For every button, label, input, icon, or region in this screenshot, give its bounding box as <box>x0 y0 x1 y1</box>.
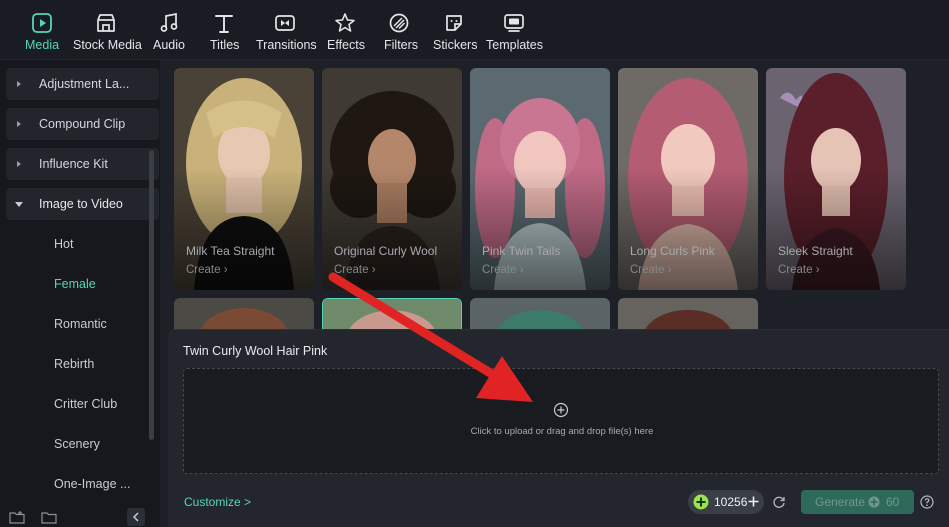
panel-title: Twin Curly Wool Hair Pink <box>183 344 328 358</box>
tab-transitions[interactable]: Transitions <box>255 0 317 60</box>
music-note-icon <box>158 12 180 34</box>
sidebar-subitem-one-image[interactable]: One-Image ... <box>54 477 130 491</box>
tab-stock-media-label: Stock Media <box>73 38 142 52</box>
tab-media-label: Media <box>25 38 60 52</box>
plus-circle-icon <box>553 402 569 418</box>
credit-coin-icon <box>868 496 880 508</box>
sidebar-subitem-rebirth[interactable]: Rebirth <box>54 357 94 371</box>
stock-media-icon <box>95 12 117 34</box>
sidebar-item-label: Adjustment La... <box>39 77 130 91</box>
template-card-original-curly-wool[interactable]: Original Curly Wool Create › <box>322 68 462 290</box>
help-icon[interactable] <box>920 495 934 509</box>
credits-badge[interactable]: 10256 <box>688 490 764 514</box>
tab-audio-label: Audio <box>153 38 185 52</box>
credit-coin-icon <box>693 494 709 510</box>
tab-filters-label: Filters <box>384 38 419 52</box>
tab-audio[interactable]: Audio <box>150 0 188 60</box>
upload-dropzone[interactable]: Click to upload or drag and drop file(s)… <box>183 368 939 474</box>
sidebar-item-label: Image to Video <box>39 197 123 211</box>
card-title: Milk Tea Straight <box>186 244 275 258</box>
template-card-milk-tea-straight[interactable]: Milk Tea Straight Create › <box>174 68 314 290</box>
template-card-sleek-straight[interactable]: Sleek Straight Create › <box>766 68 906 290</box>
upload-hint: Click to upload or drag and drop file(s)… <box>470 426 654 437</box>
add-credits-icon[interactable] <box>748 496 759 507</box>
templates-icon <box>503 12 525 34</box>
card-title: Pink Twin Tails <box>482 244 561 258</box>
card-title: Sleek Straight <box>778 244 853 258</box>
tab-transitions-label: Transitions <box>256 38 317 52</box>
sidebar-item-label: Compound Clip <box>39 117 126 131</box>
transitions-icon <box>274 12 296 34</box>
sidebar-subitem-scenery[interactable]: Scenery <box>54 437 100 451</box>
folder-icon[interactable] <box>41 510 57 524</box>
card-create-link[interactable]: Create › <box>482 264 524 276</box>
tab-filters[interactable]: Filters <box>380 0 418 60</box>
sidebar-item-image-to-video[interactable]: Image to Video <box>6 188 159 220</box>
tab-templates-label: Templates <box>486 38 543 52</box>
refresh-icon[interactable] <box>772 495 786 509</box>
sidebar-subitem-female[interactable]: Female <box>54 277 96 291</box>
card-create-link[interactable]: Create › <box>334 264 376 276</box>
credits-count: 10256 <box>714 495 748 509</box>
card-title: Long Curls Pink <box>630 244 715 258</box>
sidebar-footer <box>0 507 160 527</box>
caret-down-icon <box>15 199 23 209</box>
template-card-long-curls-pink[interactable]: Long Curls Pink Create › <box>618 68 758 290</box>
template-card-pink-twin-tails[interactable]: Pink Twin Tails Create › <box>470 68 610 290</box>
tab-media[interactable]: Media <box>22 0 62 60</box>
tab-stickers[interactable]: Stickers <box>431 0 477 60</box>
card-title: Original Curly Wool <box>334 244 438 258</box>
text-t-icon <box>213 12 235 34</box>
filters-icon <box>388 12 410 34</box>
image-to-video-panel: Twin Curly Wool Hair Pink Click to uploa… <box>168 329 949 527</box>
tab-titles-label: Titles <box>210 38 240 52</box>
generate-cost: 60 <box>886 495 900 509</box>
card-create-link[interactable]: Create › <box>778 264 820 276</box>
effects-star-icon <box>334 12 356 34</box>
media-icon <box>31 12 53 34</box>
card-create-link[interactable]: Create › <box>630 264 672 276</box>
sidebar-item-influence-kit[interactable]: Influence Kit <box>6 148 159 180</box>
generate-label: Generate <box>815 495 866 509</box>
collapse-sidebar-button[interactable] <box>127 508 145 526</box>
tab-effects-label: Effects <box>327 38 365 52</box>
sidebar-item-adjustment-layer[interactable]: Adjustment La... <box>6 68 159 100</box>
generate-button[interactable]: Generate 60 <box>801 490 914 514</box>
tab-titles[interactable]: Titles <box>206 0 242 60</box>
sidebar-scrollbar[interactable] <box>149 150 154 440</box>
new-folder-icon[interactable] <box>9 510 25 524</box>
sidebar: Adjustment La... Compound Clip Influence… <box>0 60 160 527</box>
caret-right-icon <box>15 79 23 89</box>
tab-templates[interactable]: Templates <box>485 0 543 60</box>
sidebar-item-compound-clip[interactable]: Compound Clip <box>6 108 159 140</box>
tab-effects[interactable]: Effects <box>325 0 365 60</box>
sidebar-subitem-hot[interactable]: Hot <box>54 237 73 251</box>
caret-right-icon <box>15 159 23 169</box>
tab-stickers-label: Stickers <box>433 38 478 52</box>
sidebar-item-label: Influence Kit <box>39 157 108 171</box>
sidebar-subitem-romantic[interactable]: Romantic <box>54 317 107 331</box>
card-create-link[interactable]: Create › <box>186 264 228 276</box>
top-toolbar: Media Stock Media Audio Titles Transitio… <box>0 0 949 60</box>
sidebar-subitem-critter-club[interactable]: Critter Club <box>54 397 117 411</box>
caret-right-icon <box>15 119 23 129</box>
customize-link[interactable]: Customize > <box>184 495 251 509</box>
tab-stock-media[interactable]: Stock Media <box>72 0 142 60</box>
sticker-icon <box>443 12 465 34</box>
